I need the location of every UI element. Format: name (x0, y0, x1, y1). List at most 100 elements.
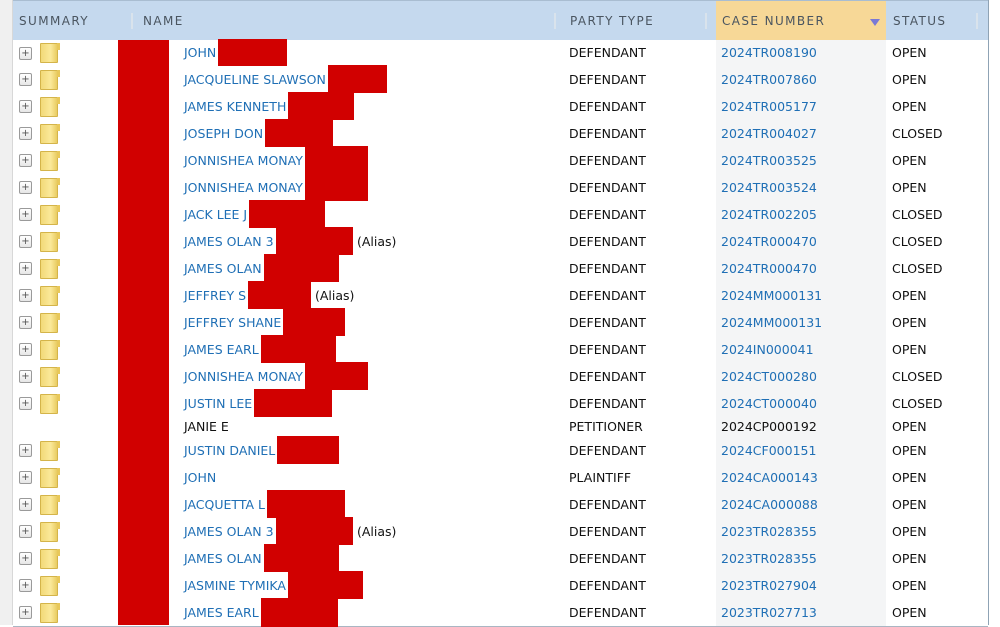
case-number-link[interactable]: 2024TR008190 (721, 40, 817, 66)
expand-row-icon[interactable]: + (19, 606, 32, 619)
folder-icon[interactable] (40, 232, 60, 252)
party-name-link[interactable]: JONNISHEA MONAY (184, 363, 303, 390)
folder-icon[interactable] (40, 43, 60, 63)
case-number-link[interactable]: 2024MM000131 (721, 309, 822, 336)
folder-icon[interactable] (40, 576, 60, 596)
folder-icon[interactable] (40, 151, 60, 171)
expand-row-icon[interactable]: + (19, 370, 32, 383)
party-name-link[interactable]: JACK LEE J (184, 201, 247, 228)
folder-icon[interactable] (40, 205, 60, 225)
case-number-link[interactable]: 2024TR000470 (721, 255, 817, 282)
folder-icon[interactable] (40, 495, 60, 515)
expand-row-icon[interactable]: + (19, 127, 32, 140)
alias-label: (Alias) (357, 524, 397, 539)
party-name-link[interactable]: JAMES OLAN (184, 255, 262, 282)
expand-row-icon[interactable]: + (19, 73, 32, 86)
party-name-link[interactable]: JEFFREY SHANE (184, 309, 281, 336)
expand-row-icon[interactable]: + (19, 316, 32, 329)
expand-row-icon[interactable]: + (19, 471, 32, 484)
expand-row-icon[interactable]: + (19, 289, 32, 302)
case-number-link[interactable]: 2023TR028355 (721, 518, 817, 545)
status-cell: OPEN (892, 72, 927, 87)
party-name-link[interactable]: JOHN (184, 464, 216, 491)
folder-icon[interactable] (40, 603, 60, 623)
party-name-link[interactable]: JEFFREY S (184, 282, 246, 309)
folder-icon[interactable] (40, 178, 60, 198)
expand-row-icon[interactable]: + (19, 579, 32, 592)
case-number-link[interactable]: 2023TR027904 (721, 572, 817, 599)
party-name-link[interactable]: JAMES OLAN (184, 545, 262, 572)
party-name-link[interactable]: JAMES OLAN 3 (184, 518, 274, 545)
party-name-link[interactable]: JAMES EARL (184, 336, 259, 363)
folder-icon[interactable] (40, 468, 60, 488)
expand-row-icon[interactable]: + (19, 181, 32, 194)
expand-row-icon[interactable]: + (19, 343, 32, 356)
folder-icon[interactable] (40, 313, 60, 333)
party-type-cell: DEFENDANT (569, 234, 646, 249)
case-number-link[interactable]: 2024CF000151 (721, 437, 816, 464)
folder-icon[interactable] (40, 259, 60, 279)
folder-icon[interactable] (40, 367, 60, 387)
expand-row-icon[interactable]: + (19, 525, 32, 538)
party-name-link[interactable]: JAMES KENNETH (184, 93, 286, 120)
expand-row-icon[interactable]: + (19, 208, 32, 221)
folder-icon[interactable] (40, 286, 60, 306)
folder-icon[interactable] (40, 522, 60, 542)
column-header-name[interactable]: NAME (143, 1, 543, 41)
party-name-link[interactable]: JUSTIN LEE (184, 390, 252, 417)
status-cell: OPEN (892, 551, 927, 566)
status-cell: OPEN (892, 443, 927, 458)
column-header-summary[interactable]: SUMMARY (19, 1, 129, 41)
case-number-link[interactable]: 2024TR003525 (721, 147, 817, 174)
case-number-link[interactable]: 2024CT000040 (721, 390, 817, 417)
party-name-link[interactable]: JAMES EARL (184, 599, 259, 626)
expand-row-icon[interactable]: + (19, 397, 32, 410)
expand-row-icon[interactable]: + (19, 262, 32, 275)
case-number-link[interactable]: 2024TR005177 (721, 93, 817, 120)
case-number-link[interactable]: 2024TR004027 (721, 120, 817, 147)
case-number-link[interactable]: 2024TR002205 (721, 201, 817, 228)
party-name-link[interactable]: JUSTIN DANIEL (184, 437, 275, 464)
party-name-link[interactable]: JONNISHEA MONAY (184, 174, 303, 201)
expand-row-icon[interactable]: + (19, 444, 32, 457)
folder-icon[interactable] (40, 394, 60, 414)
case-number-link[interactable]: 2024TR003524 (721, 174, 817, 201)
party-name-link[interactable]: JOHN (184, 40, 216, 66)
expand-row-icon[interactable]: + (19, 498, 32, 511)
sort-descending-icon[interactable] (870, 19, 880, 26)
case-number-link[interactable]: 2024CA000088 (721, 491, 818, 518)
case-number-link[interactable]: 2024IN000041 (721, 336, 814, 363)
case-number-link[interactable]: 2023TR027713 (721, 599, 817, 626)
party-name-link[interactable]: JASMINE TYMIKA (184, 572, 286, 599)
case-number-link[interactable]: 2023TR028355 (721, 545, 817, 572)
folder-icon[interactable] (40, 124, 60, 144)
folder-icon[interactable] (40, 70, 60, 90)
grid-header: SUMMARY NAME PARTY TYPE CASE NUMBER STAT… (13, 0, 988, 41)
column-header-status[interactable]: STATUS (893, 1, 983, 41)
party-name-link[interactable]: JACQUELINE SLAWSON (184, 66, 326, 93)
column-header-case-number[interactable]: CASE NUMBER (716, 1, 886, 41)
column-header-party-type[interactable]: PARTY TYPE (570, 1, 710, 41)
party-name-link[interactable]: JONNISHEA MONAY (184, 147, 303, 174)
expand-row-icon[interactable]: + (19, 100, 32, 113)
party-type-cell: DEFENDANT (569, 153, 646, 168)
redaction-box (288, 92, 354, 121)
case-number-link[interactable]: 2024CA000143 (721, 464, 818, 491)
case-number-link[interactable]: 2024TR000470 (721, 228, 817, 255)
party-name-link[interactable]: JACQUETTA L (184, 491, 265, 518)
expand-row-icon[interactable]: + (19, 235, 32, 248)
expand-row-icon[interactable]: + (19, 154, 32, 167)
folder-icon[interactable] (40, 97, 60, 117)
folder-icon[interactable] (40, 441, 60, 461)
case-number-link[interactable]: 2024CT000280 (721, 363, 817, 390)
folder-icon[interactable] (40, 340, 60, 360)
case-number-link[interactable]: 2024MM000131 (721, 282, 822, 309)
party-type-cell: DEFENDANT (569, 180, 646, 195)
party-name-link[interactable]: JAMES OLAN 3 (184, 228, 274, 255)
expand-row-icon[interactable]: + (19, 47, 32, 60)
expand-row-icon[interactable]: + (19, 552, 32, 565)
case-number-link[interactable]: 2024TR007860 (721, 66, 817, 93)
folder-icon[interactable] (40, 549, 60, 569)
status-cell: OPEN (892, 470, 927, 485)
party-name-link[interactable]: JOSEPH DON (184, 120, 263, 147)
